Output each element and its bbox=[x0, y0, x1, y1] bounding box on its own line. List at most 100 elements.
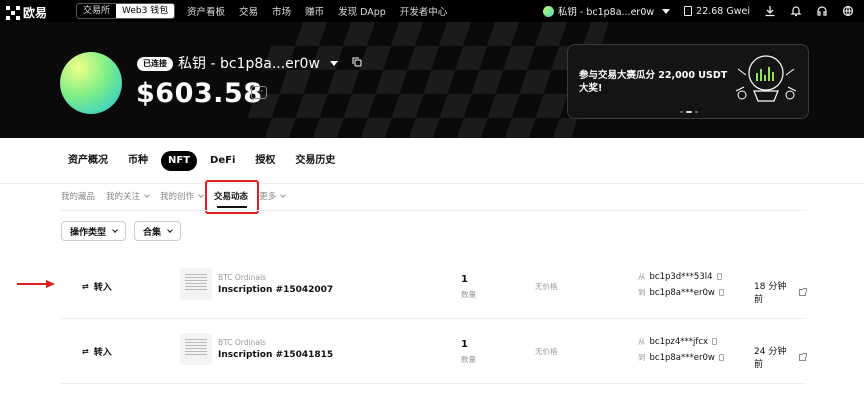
wallet-name[interactable]: 私钥 - bc1p8a...er0w bbox=[178, 53, 362, 73]
subtab-more[interactable]: 更多 bbox=[259, 190, 286, 202]
to-address[interactable]: 到 bc1p8a***er0w bbox=[638, 352, 724, 363]
tab-overview[interactable]: 资产概况 bbox=[68, 151, 115, 171]
to-label: 到 bbox=[638, 288, 646, 297]
activity-type: ⇄ 转入 bbox=[82, 345, 112, 358]
quantity-label: 数量 bbox=[461, 355, 476, 364]
nav-market[interactable]: 市场 bbox=[272, 4, 291, 18]
active-subtab-underline bbox=[217, 206, 247, 208]
nav-assets[interactable]: 资产看板 bbox=[187, 4, 225, 18]
copy-icon[interactable] bbox=[352, 55, 362, 71]
nft-name[interactable]: Inscription #15041815 bbox=[218, 350, 333, 360]
from-address[interactable]: 从 bc1p3d***53l4 bbox=[638, 271, 722, 282]
from-label: 从 bbox=[638, 272, 646, 281]
wallet-name-label: 私钥 - bc1p8a...er0w bbox=[178, 56, 320, 72]
copy-icon[interactable] bbox=[718, 289, 724, 296]
time-ago[interactable]: 24 分钟前 bbox=[754, 344, 807, 370]
operation-type-filter[interactable]: 操作类型 bbox=[61, 221, 127, 241]
subtab-watchlist-label: 我的关注 bbox=[106, 192, 141, 202]
time-ago-label: 24 分钟前 bbox=[754, 347, 787, 370]
web3-wallet-tab[interactable]: Web3 钱包 bbox=[116, 4, 175, 18]
headset-icon[interactable] bbox=[816, 5, 828, 17]
nft-subtabs: 我的藏品 我的关注 我的创作 交易动态 更多 bbox=[61, 190, 296, 202]
filters: 操作类型 合集 bbox=[61, 221, 182, 241]
nft-name[interactable]: Inscription #15042007 bbox=[218, 285, 333, 295]
wallet-selector[interactable]: 私钥 - bc1p8a...er0w bbox=[542, 4, 671, 18]
wallet-selector-label: 私钥 - bc1p8a...er0w bbox=[557, 7, 655, 18]
nav-trade[interactable]: 交易 bbox=[239, 4, 258, 18]
nav-earn[interactable]: 赚币 bbox=[305, 4, 324, 18]
time-ago[interactable]: 18 分钟前 bbox=[754, 279, 807, 305]
mode-switch: 交易所 Web3 钱包 bbox=[76, 3, 176, 19]
divider bbox=[0, 183, 864, 184]
nav-developer[interactable]: 开发者中心 bbox=[400, 4, 448, 18]
copy-icon[interactable] bbox=[712, 338, 718, 345]
wallet-balance: $603.58 bbox=[136, 78, 263, 109]
divider bbox=[60, 210, 806, 211]
subtab-watchlist[interactable]: 我的关注 bbox=[106, 190, 150, 202]
subtab-created[interactable]: 我的创作 bbox=[160, 190, 204, 202]
to-address[interactable]: 到 bc1p8a***er0w bbox=[638, 287, 724, 298]
collection-filter-label: 合集 bbox=[143, 227, 162, 238]
top-nav: 欧易 交易所 Web3 钱包 资产看板 交易 市场 赚币 发现 DApp 开发者… bbox=[0, 0, 864, 22]
to-label: 到 bbox=[638, 353, 646, 362]
tab-approvals[interactable]: 授权 bbox=[248, 151, 282, 171]
chevron-down-icon[interactable] bbox=[329, 60, 338, 66]
pointer-arrow-icon bbox=[17, 280, 55, 288]
external-link-icon[interactable] bbox=[799, 352, 807, 361]
chevron-down-icon bbox=[662, 8, 671, 14]
from-address-value: bc1p3d***53l4 bbox=[649, 271, 713, 282]
table-row[interactable]: ⇄ 转入 BTC Ordinals Inscription #15042007 … bbox=[60, 255, 807, 317]
asset-tabs: 资产概况 币种 NFT DeFi 授权 交易历史 bbox=[68, 151, 348, 171]
nav-dapp[interactable]: 发现 DApp bbox=[338, 4, 386, 18]
subtab-collected-label: 我的藏品 bbox=[61, 192, 96, 202]
download-icon[interactable] bbox=[764, 5, 776, 17]
bell-icon[interactable] bbox=[790, 5, 802, 17]
chevron-down-icon bbox=[280, 192, 286, 198]
chevron-down-icon bbox=[198, 192, 204, 198]
table-row[interactable]: ⇄ 转入 BTC Ordinals Inscription #15041815 … bbox=[60, 320, 807, 382]
nav-right: 私钥 - bc1p8a...er0w 22.68 Gwei bbox=[542, 0, 854, 22]
gas-indicator[interactable]: 22.68 Gwei bbox=[684, 6, 750, 17]
activity-type-label: 转入 bbox=[93, 283, 112, 293]
globe-icon[interactable] bbox=[842, 5, 854, 17]
transfer-icon: ⇄ bbox=[82, 347, 89, 356]
promo-text: 参与交易大赛瓜分 22,000 USDT 大奖! bbox=[579, 70, 728, 94]
exchange-tab[interactable]: 交易所 bbox=[77, 4, 116, 18]
divider bbox=[60, 318, 806, 319]
collection-filter[interactable]: 合集 bbox=[134, 221, 182, 241]
promo-banner[interactable]: 参与交易大赛瓜分 22,000 USDT 大奖! bbox=[567, 44, 809, 119]
carousel-dots[interactable] bbox=[680, 111, 698, 113]
highlight-box bbox=[205, 180, 259, 214]
nft-thumbnail[interactable] bbox=[180, 268, 212, 300]
tab-defi[interactable]: DeFi bbox=[203, 151, 242, 171]
okx-logo[interactable]: 欧易 bbox=[6, 4, 47, 21]
price-value: 无价格 bbox=[535, 347, 558, 356]
wallet-avatar-large bbox=[60, 52, 122, 114]
collection-name: BTC Ordinals bbox=[218, 338, 266, 347]
connected-badge: 已连接 bbox=[137, 57, 173, 71]
from-address[interactable]: 从 bc1pz4***jfcx bbox=[638, 336, 718, 347]
to-address-value: bc1p8a***er0w bbox=[649, 287, 715, 298]
activity-type-label: 转入 bbox=[93, 348, 112, 358]
copy-icon[interactable] bbox=[716, 273, 722, 280]
subtab-collected[interactable]: 我的藏品 bbox=[61, 190, 95, 202]
copy-icon[interactable] bbox=[718, 354, 724, 361]
chevron-down-icon bbox=[112, 227, 118, 233]
tab-nft[interactable]: NFT bbox=[161, 151, 198, 171]
main-nav: 资产看板 交易 市场 赚币 发现 DApp 开发者中心 bbox=[187, 0, 447, 22]
time-ago-label: 18 分钟前 bbox=[754, 282, 787, 305]
wallet-hero: 已连接 私钥 - bc1p8a...er0w $603.58 ··· 参与交易大… bbox=[0, 22, 864, 138]
tab-tokens[interactable]: 币种 bbox=[121, 151, 155, 171]
tab-history[interactable]: 交易历史 bbox=[288, 151, 342, 171]
quantity-value: 1 bbox=[461, 339, 468, 350]
hero-background-pattern bbox=[241, 22, 609, 138]
external-link-icon[interactable] bbox=[799, 287, 807, 296]
collection-name: BTC Ordinals bbox=[218, 273, 266, 282]
nft-thumbnail[interactable] bbox=[180, 333, 212, 365]
to-address-value: bc1p8a***er0w bbox=[649, 352, 715, 363]
more-button[interactable]: ··· bbox=[251, 86, 267, 99]
chevron-down-icon bbox=[167, 227, 173, 233]
activity-type: ⇄ 转入 bbox=[82, 280, 112, 293]
chevron-down-icon bbox=[144, 192, 150, 198]
quantity-value: 1 bbox=[461, 274, 468, 285]
